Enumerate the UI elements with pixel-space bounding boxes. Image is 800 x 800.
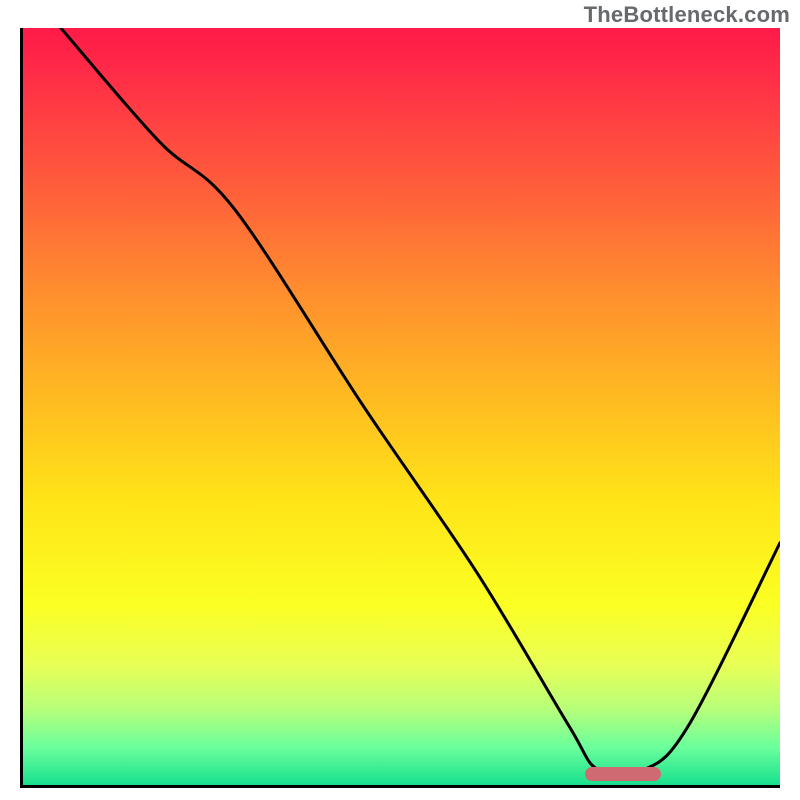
bottleneck-curve-path (61, 28, 780, 776)
curve-svg (23, 28, 780, 785)
bottleneck-chart: TheBottleneck.com (0, 0, 800, 800)
optimal-range-marker (585, 767, 661, 781)
plot-area (20, 28, 780, 788)
watermark-text: TheBottleneck.com (584, 2, 790, 28)
